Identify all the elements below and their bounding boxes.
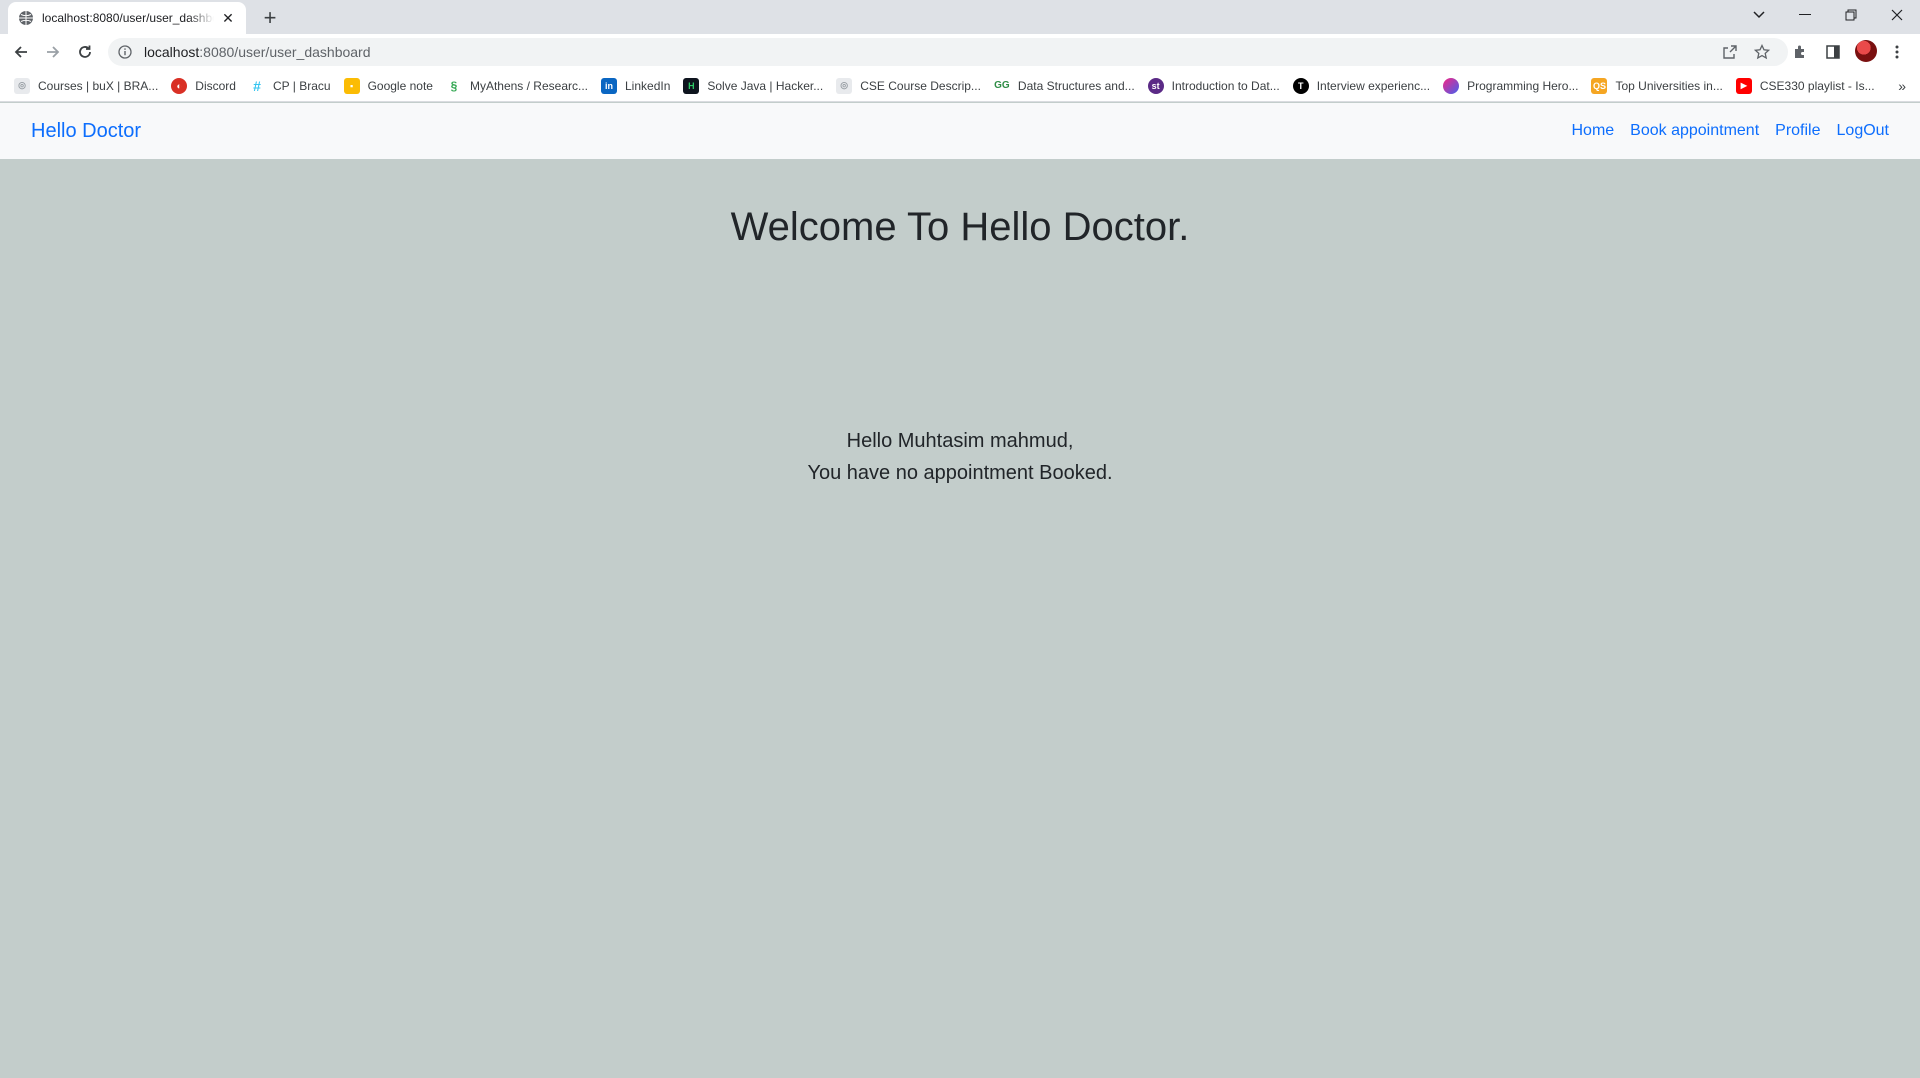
tab-title: localhost:8080/user/user_dashboard <box>42 11 214 25</box>
app-navbar: Hello Doctor Home Book appointment Profi… <box>0 103 1920 159</box>
bookmark-item[interactable]: ▶ CSE330 playlist - Is... <box>1735 77 1875 94</box>
bookmark-item[interactable]: ◐ Discord <box>171 77 236 94</box>
share-icon[interactable] <box>1718 40 1742 64</box>
extensions-icon[interactable] <box>1788 40 1812 64</box>
restore-icon[interactable] <box>1828 0 1874 30</box>
bookmark-item[interactable]: # CP | Bracu <box>248 77 331 94</box>
bracu-icon: ◎ <box>836 77 853 94</box>
slack-icon: # <box>248 77 265 94</box>
bookmark-item[interactable]: GG Data Structures and... <box>993 77 1135 94</box>
minimize-icon[interactable] <box>1782 0 1828 30</box>
myathens-icon: § <box>445 77 462 94</box>
close-tab-icon[interactable]: ✕ <box>220 10 236 26</box>
profile-avatar[interactable] <box>1855 40 1877 62</box>
keep-icon: ▪ <box>343 77 360 94</box>
globe-icon <box>19 11 33 25</box>
linkedin-icon: in <box>601 77 617 94</box>
back-arrow-icon[interactable] <box>9 40 33 64</box>
bookmark-item[interactable]: § MyAthens / Researc... <box>445 77 588 94</box>
forward-arrow-icon[interactable] <box>41 40 65 64</box>
reload-icon[interactable] <box>73 40 97 64</box>
browser-toolbar: localhost:8080/user/user_dashboard <box>0 34 1920 70</box>
si-icon: st <box>1147 77 1164 94</box>
site-info-icon[interactable] <box>118 45 132 59</box>
nav-links: Home Book appointment Profile LogOut <box>1555 122 1889 140</box>
greeting-line: Hello Muhtasim mahmud, <box>846 430 1074 452</box>
gfg-icon: GG <box>993 77 1010 94</box>
url-text: localhost:8080/user/user_dashboard <box>144 44 371 60</box>
close-window-icon[interactable] <box>1874 0 1920 30</box>
bookmark-item[interactable]: ◎ Courses | buX | BRA... <box>14 77 158 94</box>
page-title: Welcome To Hello Doctor. <box>730 205 1190 249</box>
bookmarks-bar: ◎ Courses | buX | BRA... ◐ Discord # CP | B… <box>0 70 1920 102</box>
bookmark-item[interactable]: T Interview experienc... <box>1292 77 1430 94</box>
bookmark-item[interactable]: ◎ CSE Course Descrip... <box>836 77 981 94</box>
no-appointment-message: You have no appointment Booked. <box>807 462 1113 484</box>
browser-tab[interactable]: localhost:8080/user/user_dashboard ✕ <box>8 2 246 34</box>
new-tab-icon[interactable]: + <box>258 5 282 30</box>
bookmark-item[interactable]: in LinkedIn <box>601 77 670 94</box>
bookmark-item[interactable]: Programming Hero... <box>1443 77 1578 94</box>
qs-icon: QS <box>1591 77 1608 94</box>
bux-icon: ◎ <box>14 77 30 94</box>
programming-hero-icon <box>1443 77 1460 94</box>
tab-strip: localhost:8080/user/user_dashboard ✕ + <box>0 0 1920 34</box>
bookmark-star-icon[interactable] <box>1750 40 1774 64</box>
bookmark-item[interactable]: H Solve Java | Hacker... <box>683 77 823 94</box>
bookmark-item[interactable]: st Introduction to Dat... <box>1147 77 1280 94</box>
discord-icon: ◐ <box>171 77 188 94</box>
appointment-status: Hello Muhtasim mahmud, You have no appoi… <box>0 425 1920 489</box>
brand-link[interactable]: Hello Doctor <box>31 120 141 143</box>
t-icon: T <box>1292 77 1309 94</box>
hackerrank-icon: H <box>683 77 700 94</box>
nav-profile-link[interactable]: Profile <box>1775 122 1820 140</box>
side-panel-icon[interactable] <box>1821 40 1845 64</box>
nav-logout-link[interactable]: LogOut <box>1837 122 1889 140</box>
youtube-icon: ▶ <box>1735 77 1752 94</box>
bookmark-item[interactable]: QS Top Universities in... <box>1591 77 1723 94</box>
nav-book-appointment-link[interactable]: Book appointment <box>1630 122 1759 140</box>
menu-kebab-icon[interactable] <box>1885 40 1909 64</box>
address-bar[interactable]: localhost:8080/user/user_dashboard <box>108 38 1788 66</box>
nav-home-link[interactable]: Home <box>1571 122 1614 140</box>
bookmark-item[interactable]: ▪ Google note <box>343 77 433 94</box>
more-bookmarks-icon[interactable]: » <box>1898 78 1906 94</box>
tab-search-icon[interactable] <box>1736 0 1782 30</box>
